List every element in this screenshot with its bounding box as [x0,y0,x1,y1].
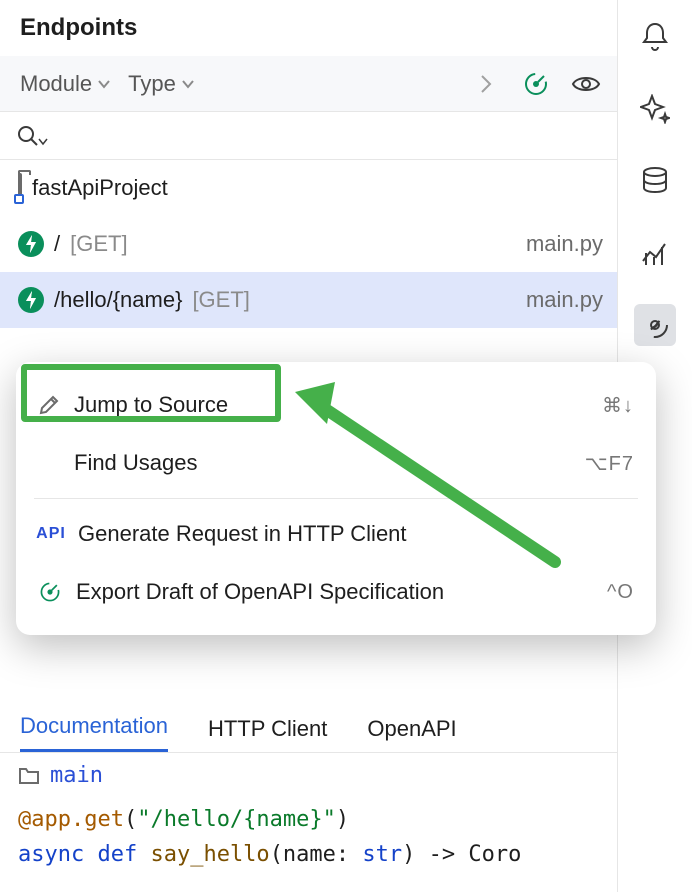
search-row[interactable] [0,112,617,160]
chevron-down-icon [96,76,112,92]
endpoint-file: main.py [526,231,603,257]
endpoints-icon [640,310,670,340]
code-token: @app.get [18,807,124,832]
database-button[interactable] [634,160,676,202]
endpoint-method: [GET] [70,231,127,257]
code-token: say_hello [150,842,269,867]
eye-icon[interactable] [569,67,603,101]
filter-toolbar: Module Type [0,56,617,112]
panel-title: Endpoints [20,14,137,42]
openapi-icon[interactable] [519,67,553,101]
context-menu: Jump to Source ⌘↓ Find Usages ⌥F7 API Ge… [16,362,656,635]
code-token: ) -> Coro [402,842,521,867]
menu-item-shortcut: ^O [607,581,634,604]
analytics-button[interactable] [634,232,676,274]
notifications-button[interactable] [634,16,676,58]
panel-title-row: Endpoints [0,0,617,56]
menu-item-shortcut: ⌘↓ [602,393,634,418]
ai-assistant-button[interactable] [634,88,676,130]
menu-item-find-usages[interactable]: Find Usages ⌥F7 [16,434,656,492]
code-token: "/hello/{name}" [137,807,336,832]
menu-item-label: Export Draft of OpenAPI Specification [76,579,444,605]
breadcrumb-label: main [50,763,103,788]
endpoints-button[interactable] [634,304,676,346]
code-token: str [362,842,402,867]
code-token: async [18,842,97,867]
fastapi-icon [18,231,44,257]
tab-http-client[interactable]: HTTP Client [208,716,327,752]
pencil-icon [38,394,60,416]
database-icon [641,166,669,196]
endpoints-tree: fastApiProject / [GET] main.py /hello/{n… [0,160,617,328]
chevron-down-icon [180,76,196,92]
type-filter-dropdown[interactable]: Type [128,71,196,97]
code-token: def [97,842,150,867]
menu-item-jump-to-source[interactable]: Jump to Source ⌘↓ [16,376,656,434]
code-token: ( [124,807,137,832]
chevron-right-icon[interactable] [469,67,503,101]
fastapi-icon [18,287,44,313]
endpoints-panel: Endpoints Module Type [0,0,618,892]
module-filter-dropdown[interactable]: Module [20,71,112,97]
api-icon: API [38,525,64,543]
menu-item-export-openapi[interactable]: Export Draft of OpenAPI Specification ^O [16,563,656,621]
detail-tabs: Documentation HTTP Client OpenAPI [0,697,617,753]
folder-icon [18,175,22,201]
endpoint-method: [GET] [192,287,249,313]
breadcrumb[interactable]: main [0,753,617,788]
endpoint-path: /hello/{name} [54,287,182,313]
menu-item-generate-request[interactable]: API Generate Request in HTTP Client [16,505,656,563]
tab-openapi[interactable]: OpenAPI [367,716,456,752]
menu-item-shortcut: ⌥F7 [585,451,634,476]
search-icon [16,124,40,148]
menu-divider [34,498,638,499]
endpoint-row[interactable]: /hello/{name} [GET] main.py [0,272,617,328]
project-name: fastApiProject [32,175,168,201]
code-token: (name: [270,842,363,867]
bell-icon [640,21,670,53]
menu-item-label: Jump to Source [74,392,228,418]
module-filter-label: Module [20,71,92,97]
type-filter-label: Type [128,71,176,97]
file-icon [18,765,40,785]
sparkle-icon [640,94,670,124]
endpoint-row[interactable]: / [GET] main.py [0,216,617,272]
menu-item-label: Find Usages [74,450,198,476]
chevron-down-small-icon [38,137,48,147]
code-token: ) [336,807,349,832]
tab-documentation[interactable]: Documentation [20,713,168,752]
openapi-icon [38,580,62,604]
menu-item-label: Generate Request in HTTP Client [78,521,407,547]
code-preview: @app.get("/hello/{name}") async def say_… [0,788,617,892]
endpoint-path: / [54,231,60,257]
chart-icon [640,239,670,267]
endpoint-file: main.py [526,287,603,313]
project-node[interactable]: fastApiProject [0,160,617,216]
